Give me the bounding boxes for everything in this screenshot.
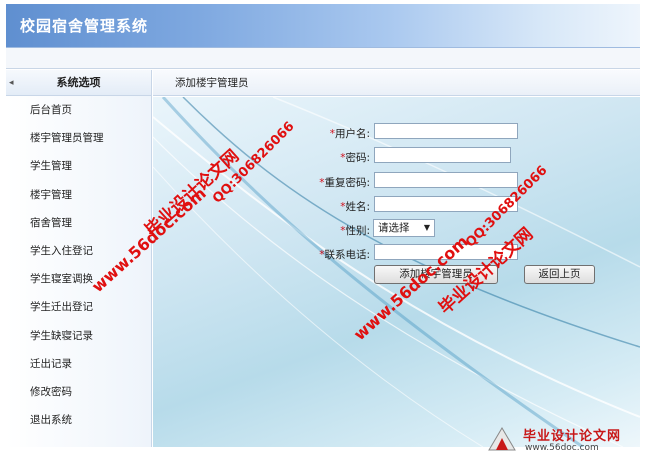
phone-label: *联系电话: xyxy=(319,249,370,261)
username-row: *用户名: xyxy=(300,124,370,142)
sidebar-item-dorms[interactable]: 宿舍管理 xyxy=(6,209,151,237)
chevron-left-icon: ◂ xyxy=(9,78,14,88)
sidebar-item-change-password[interactable]: 修改密码 xyxy=(6,378,151,406)
password-row: *密码: xyxy=(300,148,370,166)
gender-select[interactable]: 请选择 ▼ xyxy=(373,219,435,237)
brand-logo-icon xyxy=(488,427,516,451)
name-row: *姓名: xyxy=(300,197,370,215)
password-input[interactable] xyxy=(374,147,511,163)
username-label: *用户名: xyxy=(329,128,370,140)
footer-brand: 毕业设计论文网 xyxy=(523,429,622,444)
gender-select-value: 请选择 xyxy=(378,222,410,234)
confirm-password-row: *重复密码: xyxy=(300,173,370,191)
footer-watermark: 毕业设计论文网 www.56doc.com xyxy=(485,424,645,455)
back-button[interactable]: 返回上页 xyxy=(524,265,595,284)
gender-label: *性别: xyxy=(340,225,370,237)
sidebar-item-home[interactable]: 后台首页 xyxy=(6,96,151,124)
phone-input[interactable] xyxy=(374,244,518,260)
sidebar-item-checkin[interactable]: 学生入住登记 xyxy=(6,237,151,265)
header-divider-bar xyxy=(6,48,640,69)
footer-site: www.56doc.com xyxy=(525,443,599,453)
sidebar-item-room-swap[interactable]: 学生寝室调换 xyxy=(6,265,151,293)
gender-row: *性别: xyxy=(300,221,370,239)
sidebar-heading: ◂ 系统选项 xyxy=(6,70,151,96)
sidebar-item-students[interactable]: 学生管理 xyxy=(6,152,151,180)
app-title: 校园宿舍管理系统 xyxy=(20,17,149,35)
name-label: *姓名: xyxy=(340,201,370,213)
phone-row: *联系电话: xyxy=(300,245,370,263)
sidebar-item-logout[interactable]: 退出系统 xyxy=(6,406,151,434)
username-input[interactable] xyxy=(374,123,518,139)
sidebar-heading-label: 系统选项 xyxy=(56,76,101,89)
confirm-password-label: *重复密码: xyxy=(319,177,370,189)
add-building-admin-button[interactable]: 添加楼宇管理员 xyxy=(374,265,498,284)
breadcrumb: 添加楼宇管理员 xyxy=(153,70,640,96)
sidebar-item-checkout-records[interactable]: 迁出记录 xyxy=(6,350,151,378)
sidebar-item-absence[interactable]: 学生缺寝记录 xyxy=(6,322,151,350)
sidebar-item-checkout[interactable]: 学生迁出登记 xyxy=(6,293,151,321)
sidebar: ◂ 系统选项 后台首页 楼宇管理员管理 学生管理 楼宇管理 宿舍管理 学生入住登… xyxy=(6,70,152,447)
dropdown-arrow-icon: ▼ xyxy=(423,223,430,232)
confirm-password-input[interactable] xyxy=(374,172,518,188)
sidebar-menu: 后台首页 楼宇管理员管理 学生管理 楼宇管理 宿舍管理 学生入住登记 学生寝室调… xyxy=(6,96,151,434)
sidebar-item-building-admin[interactable]: 楼宇管理员管理 xyxy=(6,124,151,152)
password-label: *密码: xyxy=(340,152,370,164)
sidebar-item-buildings[interactable]: 楼宇管理 xyxy=(6,181,151,209)
app-header: 校园宿舍管理系统 xyxy=(6,4,640,48)
name-input[interactable] xyxy=(374,196,518,212)
